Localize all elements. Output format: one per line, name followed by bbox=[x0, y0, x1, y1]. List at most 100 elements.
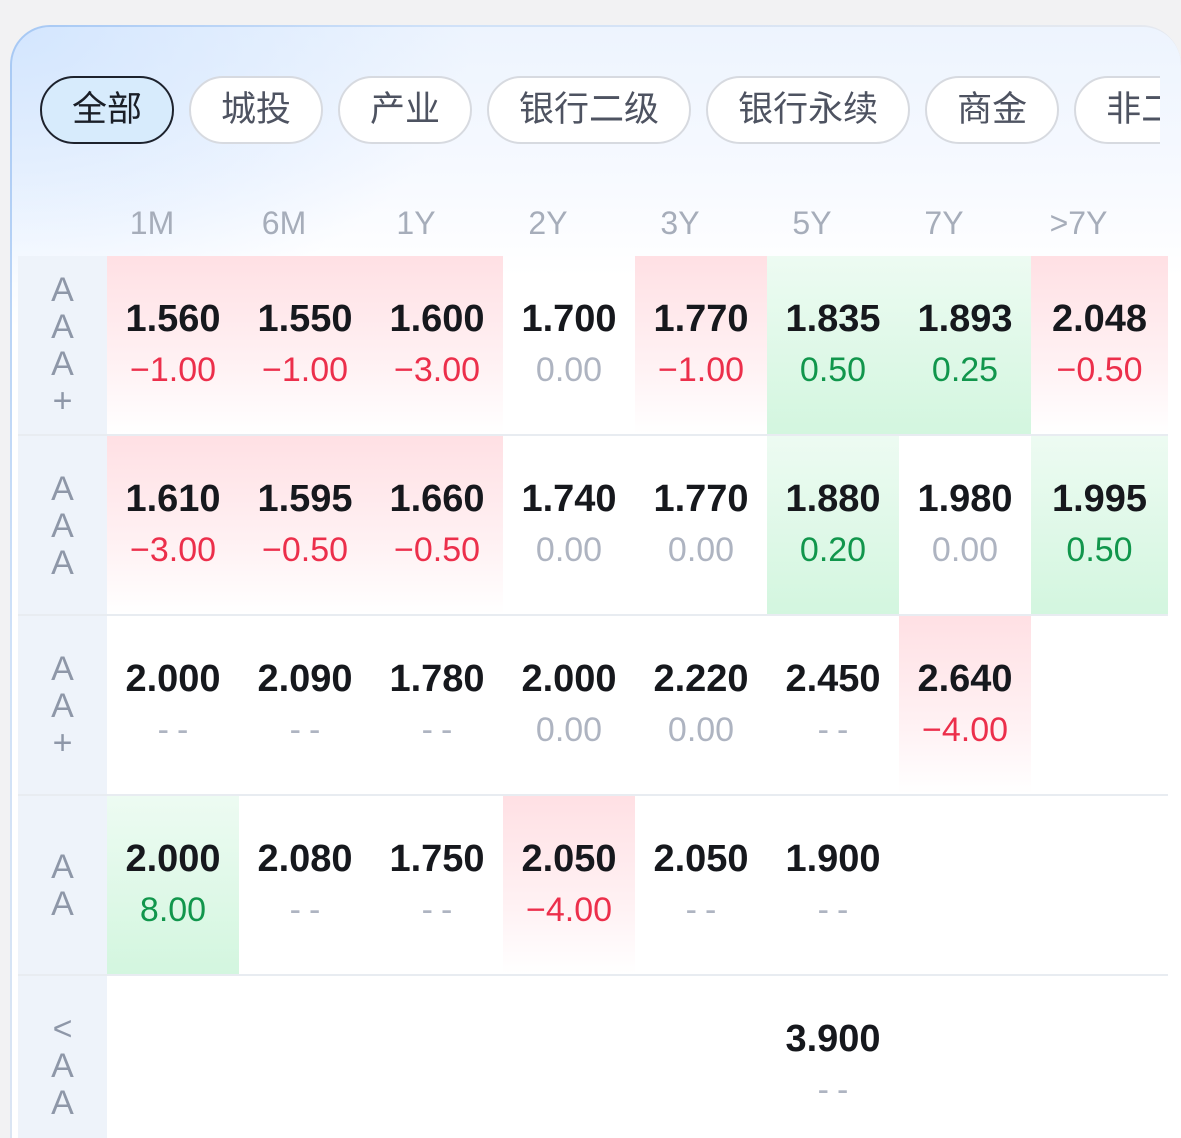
filter-chip-label: 商金 bbox=[957, 90, 1028, 129]
yield-change: 0.00 bbox=[535, 351, 603, 389]
tenor-header-row: 1M 6M 1Y 2Y 3Y 5Y 7Y >7Y bbox=[18, 190, 1168, 256]
yield-value: 1.595 bbox=[257, 478, 353, 520]
yield-cell[interactable]: 1.660 −0.50 bbox=[371, 436, 503, 614]
yield-cell[interactable]: 1.880 0.20 bbox=[767, 436, 899, 614]
yield-cell[interactable]: 1.980 0.00 bbox=[899, 436, 1031, 614]
yield-cell-empty bbox=[107, 976, 239, 1138]
filter-chip[interactable]: 银行永续 bbox=[706, 76, 911, 144]
yield-cell-empty bbox=[1031, 796, 1168, 974]
filter-chip[interactable]: 城投 bbox=[189, 76, 324, 144]
yield-cell[interactable]: 2.640 −4.00 bbox=[899, 616, 1031, 794]
yield-value: 2.050 bbox=[521, 838, 617, 880]
yield-change: 0.00 bbox=[931, 531, 999, 569]
yield-value: 1.560 bbox=[125, 298, 221, 340]
yield-cell-empty bbox=[899, 976, 1031, 1138]
rating-row: AAA+ 1.560 −1.00 1.550 −1.00 1.600 −3.00 1.700 0… bbox=[18, 256, 1168, 436]
filter-chip[interactable]: 产业 bbox=[338, 76, 473, 144]
tenor-header: 1Y bbox=[396, 205, 436, 241]
yield-value: 1.980 bbox=[917, 478, 1013, 520]
yield-change: -- bbox=[421, 711, 461, 749]
yield-change: −1.00 bbox=[129, 351, 217, 389]
yield-cell[interactable]: 1.700 0.00 bbox=[503, 256, 635, 434]
yield-cell[interactable]: 2.450 -- bbox=[767, 616, 899, 794]
yield-value: 1.600 bbox=[389, 298, 485, 340]
yield-value: 2.450 bbox=[785, 658, 881, 700]
yield-value: 2.090 bbox=[257, 658, 353, 700]
tenor-header: 2Y bbox=[528, 205, 568, 241]
yield-change: 0.00 bbox=[535, 711, 603, 749]
yield-change: 0.20 bbox=[799, 531, 867, 569]
yield-cell[interactable]: 1.600 −3.00 bbox=[371, 256, 503, 434]
yield-cell[interactable]: 1.900 -- bbox=[767, 796, 899, 974]
yield-change: −4.00 bbox=[525, 891, 613, 929]
filter-chip-label: 产业 bbox=[370, 90, 441, 129]
filter-chip-label: 全部 bbox=[72, 90, 143, 129]
yield-cell[interactable]: 2.050 -- bbox=[635, 796, 767, 974]
yield-change: -- bbox=[817, 711, 857, 749]
yield-cell[interactable]: 2.050 −4.00 bbox=[503, 796, 635, 974]
yield-cell[interactable]: 1.560 −1.00 bbox=[107, 256, 239, 434]
yield-change: -- bbox=[685, 891, 725, 929]
yield-cell[interactable]: 2.000 -- bbox=[107, 616, 239, 794]
yield-cell-empty bbox=[239, 976, 371, 1138]
yield-change: 0.50 bbox=[799, 351, 867, 389]
yield-change: −4.00 bbox=[921, 711, 1009, 749]
yield-value: 1.893 bbox=[917, 298, 1013, 340]
yield-value: 2.000 bbox=[125, 658, 221, 700]
yield-card: 全部 城投 产业 银行二级 银行永续 商金 非二 1M 6M 1Y 2Y 3Y 5Y 7Y >7Y AAA… bbox=[12, 27, 1181, 1138]
yield-cell[interactable]: 1.770 −1.00 bbox=[635, 256, 767, 434]
yield-cell[interactable]: 1.780 -- bbox=[371, 616, 503, 794]
tenor-header: 6M bbox=[261, 205, 307, 241]
filter-chip[interactable]: 非二 bbox=[1074, 76, 1160, 144]
yield-value: 2.000 bbox=[521, 658, 617, 700]
yield-cell[interactable]: 1.893 0.25 bbox=[899, 256, 1031, 434]
yield-cell[interactable]: 2.000 0.00 bbox=[503, 616, 635, 794]
yield-value: 2.080 bbox=[257, 838, 353, 880]
yield-cell[interactable]: 1.550 −1.00 bbox=[239, 256, 371, 434]
yield-cell-empty bbox=[899, 796, 1031, 974]
rating-label-cell: <AA bbox=[18, 976, 107, 1138]
yield-cell[interactable]: 2.000 8.00 bbox=[107, 796, 239, 974]
yield-cell[interactable]: 3.900 -- bbox=[767, 976, 899, 1138]
filter-chip-bar: 全部 城投 产业 银行二级 银行永续 商金 非二 bbox=[40, 76, 1160, 144]
filter-chip[interactable]: 银行二级 bbox=[487, 76, 692, 144]
yield-cell[interactable]: 1.740 0.00 bbox=[503, 436, 635, 614]
yield-value: 1.610 bbox=[125, 478, 221, 520]
yield-cell[interactable]: 1.610 −3.00 bbox=[107, 436, 239, 614]
yield-change: 0.00 bbox=[667, 711, 735, 749]
yield-cell[interactable]: 1.995 0.50 bbox=[1031, 436, 1168, 614]
filter-chip-label: 银行二级 bbox=[519, 90, 660, 129]
yield-change: −0.50 bbox=[261, 531, 349, 569]
yield-change: −3.00 bbox=[393, 351, 481, 389]
rating-label-cell: AA+ bbox=[18, 616, 107, 794]
yield-cell[interactable]: 2.048 −0.50 bbox=[1031, 256, 1168, 434]
yield-change: -- bbox=[289, 891, 329, 929]
yield-cell[interactable]: 2.080 -- bbox=[239, 796, 371, 974]
yield-change: 0.00 bbox=[535, 531, 603, 569]
yield-cell[interactable]: 1.835 0.50 bbox=[767, 256, 899, 434]
yield-value: 1.700 bbox=[521, 298, 617, 340]
rating-label: AAA+ bbox=[43, 271, 82, 419]
yield-value: 1.880 bbox=[785, 478, 881, 520]
yield-change: 8.00 bbox=[139, 891, 207, 929]
tenor-header: >7Y bbox=[1049, 205, 1108, 241]
rating-label-cell: AAA bbox=[18, 436, 107, 614]
yield-value: 1.900 bbox=[785, 838, 881, 880]
rating-label: AAA bbox=[43, 469, 82, 581]
yield-value: 2.048 bbox=[1051, 298, 1148, 340]
yield-cell[interactable]: 1.770 0.00 bbox=[635, 436, 767, 614]
yield-cell[interactable]: 2.220 0.00 bbox=[635, 616, 767, 794]
filter-chip-selected[interactable]: 全部 bbox=[40, 76, 175, 144]
yield-matrix: AAA+ 1.560 −1.00 1.550 −1.00 1.600 −3.00 1.700 0… bbox=[18, 256, 1168, 1138]
yield-cell[interactable]: 1.595 −0.50 bbox=[239, 436, 371, 614]
rating-row: AAA 1.610 −3.00 1.595 −0.50 1.660 −0.50 1.740 0.… bbox=[18, 436, 1168, 616]
filter-chip-label: 银行永续 bbox=[738, 90, 879, 129]
yield-change: −1.00 bbox=[657, 351, 745, 389]
filter-chip[interactable]: 商金 bbox=[925, 76, 1060, 144]
yield-cell[interactable]: 2.090 -- bbox=[239, 616, 371, 794]
tenor-header: 3Y bbox=[660, 205, 700, 241]
yield-cell[interactable]: 1.750 -- bbox=[371, 796, 503, 974]
rating-label-cell: AAA+ bbox=[18, 256, 107, 434]
filter-chip-label: 非二 bbox=[1106, 90, 1160, 129]
yield-cell-empty bbox=[635, 976, 767, 1138]
